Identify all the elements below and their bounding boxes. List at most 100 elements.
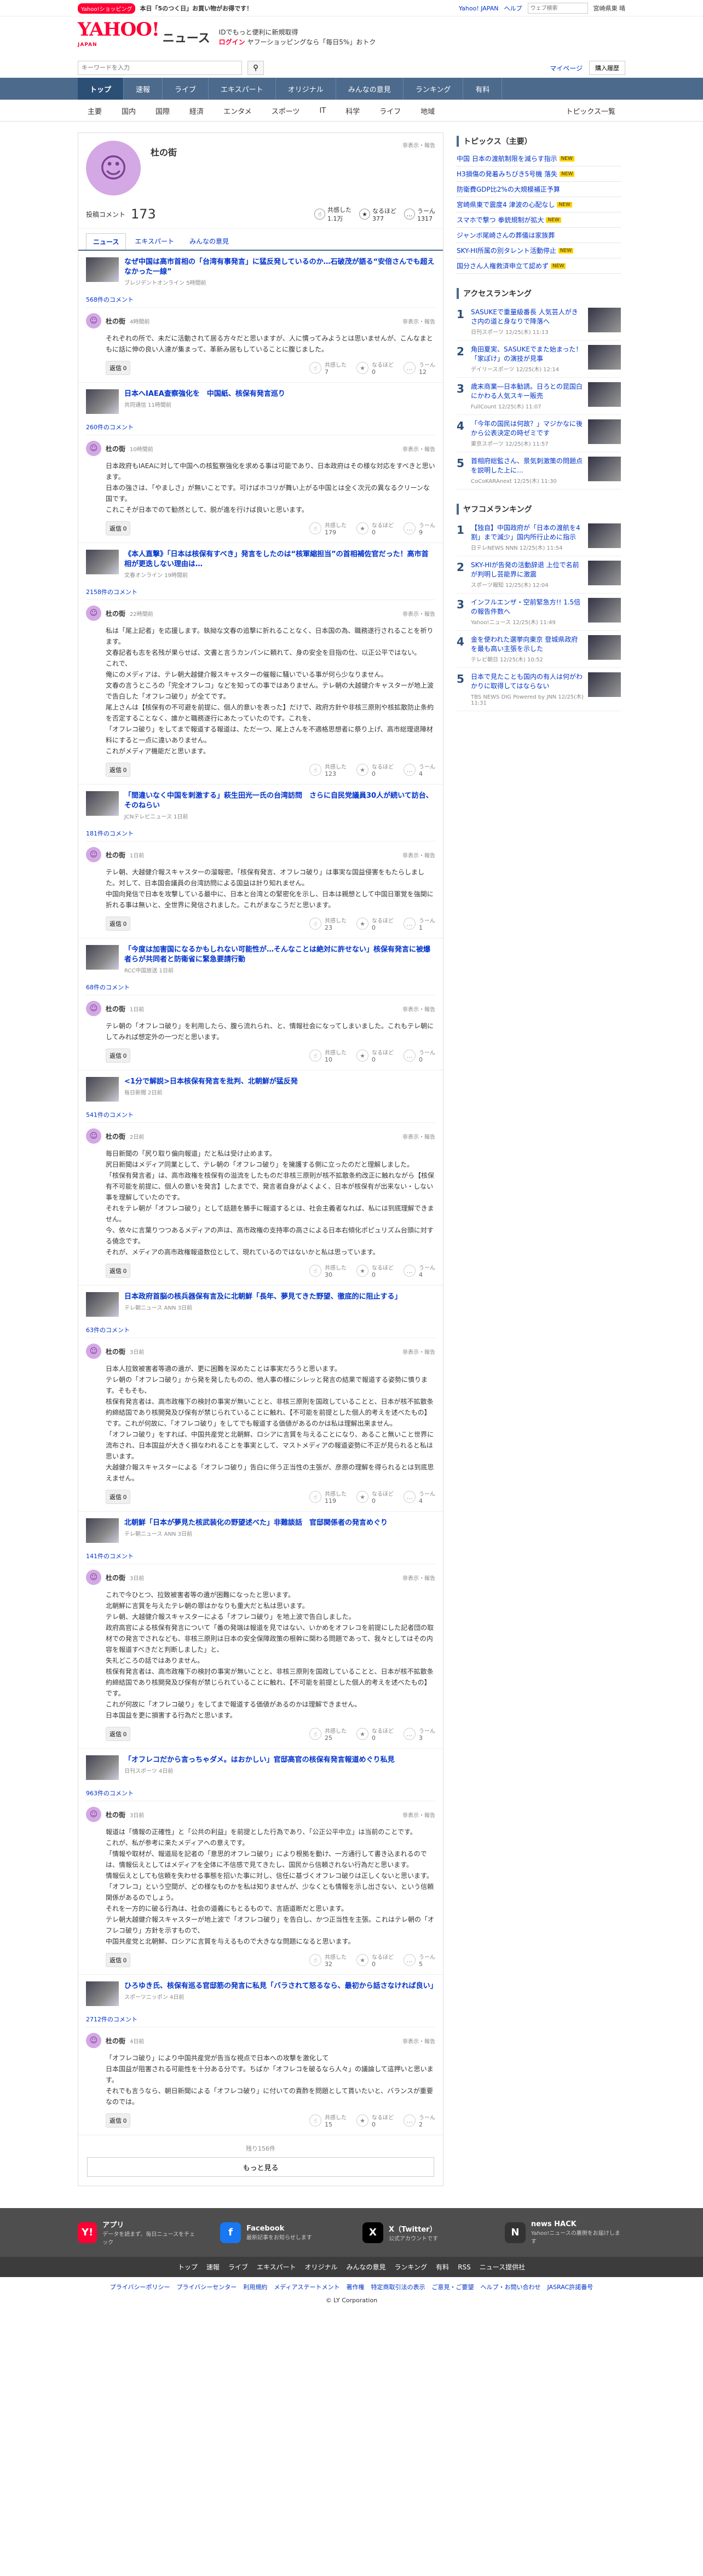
promo-badge[interactable]: Yahoo!ショッピング	[78, 3, 136, 14]
topic-item[interactable]: 宮崎県東で震度4 津波の心配なし NEW	[457, 197, 621, 212]
commenter-name[interactable]: 杜の街	[106, 1004, 125, 1013]
access-rank-item[interactable]: 4 「今年の国民は何故？」マジかなに後から公表決定の時ゼミです 東京スポーツ 12/…	[457, 415, 621, 452]
naruhodo-button[interactable]: ★ なるほど 0	[356, 1952, 394, 1968]
naruhodo-button[interactable]: ★ なるほど 0	[356, 1263, 394, 1278]
report-link[interactable]: 非表示・報告	[402, 2037, 435, 2045]
reply-button[interactable]: 返信 0	[106, 1490, 131, 1504]
topic-item[interactable]: 防衛費GDP比2%の大規模補正予算	[457, 182, 621, 197]
footer-link[interactable]: ライブ	[228, 2263, 248, 2271]
gnav-item[interactable]: ランキング	[404, 78, 464, 100]
reply-button[interactable]: 返信 0	[106, 1953, 131, 1967]
topic-title[interactable]: 中国 日本の渡航制限を減らす指示	[457, 154, 557, 163]
rank-title[interactable]: 【独自】中国政府が「日本の渡航を4割」まで減少」国内所行止めに指示	[471, 523, 584, 542]
legal-link[interactable]: ご意見・ご要望	[432, 2284, 474, 2291]
topic-item[interactable]: SKY-HI所属の別タレント活動停止 NEW	[457, 243, 621, 258]
footer-link[interactable]: ニュース提供社	[480, 2263, 525, 2271]
comment-count-link[interactable]: 63件のコメント	[86, 1322, 435, 1338]
article-card[interactable]: 《本人直撃》「日本は核保有すべき」発言をしたのは“核軍縮担当”の首相補佐官だった…	[86, 550, 435, 579]
yafoo-rank-item[interactable]: 3 インフルエンザ・空前緊急方!! 1.5倍の報告件数へ Yahoo!ニュース 12…	[457, 593, 621, 631]
subnav-item[interactable]: スポーツ	[262, 106, 310, 116]
footer-link[interactable]: ランキング	[395, 2263, 428, 2271]
rank-thumbnail[interactable]	[588, 419, 621, 444]
comment-count-link[interactable]: 2712件のコメント	[86, 2012, 435, 2027]
topic-title[interactable]: 宮崎県東で震度4 津波の心配なし	[457, 200, 555, 209]
legal-link[interactable]: ヘルプ・お問い合わせ	[481, 2284, 541, 2291]
commenter-name[interactable]: 杜の街	[106, 1810, 125, 1819]
report-link[interactable]: 非表示・報告	[402, 1811, 435, 1819]
empathy-button[interactable]: ☝ 共感した 179	[309, 521, 347, 536]
subnav-item[interactable]: 主要	[78, 106, 112, 116]
topics-list-link[interactable]: トピックス一覧	[556, 106, 625, 116]
help-link[interactable]: ヘルプ	[504, 4, 522, 13]
article-title[interactable]: 《本人直撃》「日本は核保有すべき」発言をしたのは“核軍縮担当”の首相補佐官だった…	[124, 550, 435, 569]
mypage-link[interactable]: マイページ	[550, 64, 583, 73]
naruhodo-button[interactable]: ★ なるほど 0	[356, 2113, 394, 2128]
footer-link[interactable]: みんなの意見	[347, 2263, 386, 2271]
access-rank-item[interactable]: 2 角田夏実、SASUKEでまた始まった！「家ぽけ」の演技が見事 デイリースポーツ …	[457, 341, 621, 378]
article-card[interactable]: 「オフレコだから言っちゃダメ。はおかしい」官邸高官の核保有発言報道めぐり私見 日刊…	[86, 1755, 435, 1780]
article-thumbnail[interactable]	[86, 257, 119, 282]
service-name[interactable]: ニュース	[163, 28, 210, 46]
empathy-button[interactable]: ☝ 共感した 10	[309, 1048, 347, 1063]
rank-title[interactable]: 「今年の国民は何故？」マジかなに後から公表決定の時ゼミです	[471, 419, 584, 438]
comment-count-link[interactable]: 141件のコメント	[86, 1548, 435, 1564]
article-title[interactable]: <1分で解説>日本核保有発言を批判、北朝鮮が猛反発	[124, 1077, 298, 1087]
rank-thumbnail[interactable]	[588, 457, 621, 481]
uun-button[interactable]: … うーん 4	[404, 762, 435, 777]
commenter-name[interactable]: 杜の街	[106, 850, 125, 860]
gnav-item[interactable]: 有料	[463, 78, 503, 100]
subnav-item[interactable]: 国内	[112, 106, 146, 116]
tab-2[interactable]: みんなの意見	[183, 233, 235, 250]
article-thumbnail[interactable]	[86, 1077, 119, 1102]
comment-count-link[interactable]: 181件のコメント	[86, 826, 435, 842]
gnav-item[interactable]: オリジナル	[276, 78, 336, 100]
subnav-item[interactable]: エンタメ	[214, 106, 262, 116]
uun-button[interactable]: … うーん 4	[404, 1263, 435, 1278]
legal-link[interactable]: プライバシーセンター	[176, 2284, 237, 2291]
report-link[interactable]: 非表示・報告	[402, 851, 435, 859]
search-button[interactable]: ⚲	[247, 61, 264, 75]
empathy-button[interactable]: ☝ 共感した 7	[309, 360, 347, 376]
subnav-item[interactable]: 経済	[180, 106, 214, 116]
rank-thumbnail[interactable]	[588, 308, 621, 332]
gnav-item[interactable]: 速報	[124, 78, 163, 100]
gnav-item[interactable]: エキスパート	[209, 78, 276, 100]
subnav-item[interactable]: 地域	[411, 106, 445, 116]
article-thumbnail[interactable]	[86, 389, 119, 414]
yahoo-japan-link[interactable]: Yahoo! JAPAN	[459, 5, 499, 12]
reply-button[interactable]: 返信 0	[106, 521, 131, 535]
rank-thumbnail[interactable]	[588, 672, 621, 697]
rank-thumbnail[interactable]	[588, 382, 621, 407]
comment-count-link[interactable]: 541件のコメント	[86, 1107, 435, 1123]
rank-thumbnail[interactable]	[588, 635, 621, 660]
rank-thumbnail[interactable]	[588, 523, 621, 548]
uun-button[interactable]: … うーん 5	[404, 1952, 435, 1968]
promo-text[interactable]: 本日「5のつく日」お買い物がお得です！	[140, 4, 252, 13]
report-link[interactable]: 非表示・報告	[402, 1574, 435, 1582]
subnav-item[interactable]: 科学	[336, 106, 370, 116]
yafoo-rank-item[interactable]: 4 金を使われた選挙向東京 登城県政府を最も高い主張を示した テレビ朝日 12/25…	[457, 631, 621, 668]
topic-title[interactable]: 防衛費GDP比2%の大規模補正予算	[457, 185, 560, 194]
empathy-button[interactable]: ☝ 共感した 15	[309, 2113, 347, 2128]
topic-title[interactable]: H3損傷の発着みちびき5号機 落失	[457, 169, 557, 178]
reply-button[interactable]: 返信 0	[106, 1264, 131, 1278]
uun-button[interactable]: … うーん 1	[404, 916, 435, 931]
report-link[interactable]: 非表示・報告	[402, 1132, 435, 1140]
uun-button[interactable]: … うーん 2	[404, 2113, 435, 2128]
uun-button[interactable]: … うーん 3	[404, 1726, 435, 1742]
gnav-item[interactable]: みんなの意見	[336, 78, 404, 100]
article-card[interactable]: 日本へIAEA査察強化を 中国紙、核保有発言巡り 共同通信 11時間前	[86, 389, 435, 414]
report-link[interactable]: 非表示・報告	[402, 1005, 435, 1013]
rank-thumbnail[interactable]	[588, 561, 621, 585]
access-rank-item[interactable]: 5 首相府総監さん、景気刺激策の問題点を説明した上に… CoCoKARAnext 1…	[457, 452, 621, 489]
comment-count-link[interactable]: 568件のコメント	[86, 292, 435, 308]
footer-link[interactable]: 有料	[436, 2263, 449, 2271]
footer-app[interactable]: X X（Twitter） 公式アカウントです	[362, 2219, 483, 2246]
naruhodo-button[interactable]: ★ なるほど 0	[356, 1048, 394, 1063]
top-search-input[interactable]	[527, 3, 588, 14]
empathy-button[interactable]: ☝ 共感した 123	[309, 762, 347, 777]
legal-link[interactable]: 利用規約	[243, 2284, 267, 2291]
uun-button[interactable]: … うーん 0	[404, 1048, 435, 1063]
article-card[interactable]: 「今度は加害国になるかもしれない可能性が…そんなことは絶対に許せない」核保有発言…	[86, 945, 435, 974]
commenter-name[interactable]: 杜の街	[106, 316, 125, 326]
